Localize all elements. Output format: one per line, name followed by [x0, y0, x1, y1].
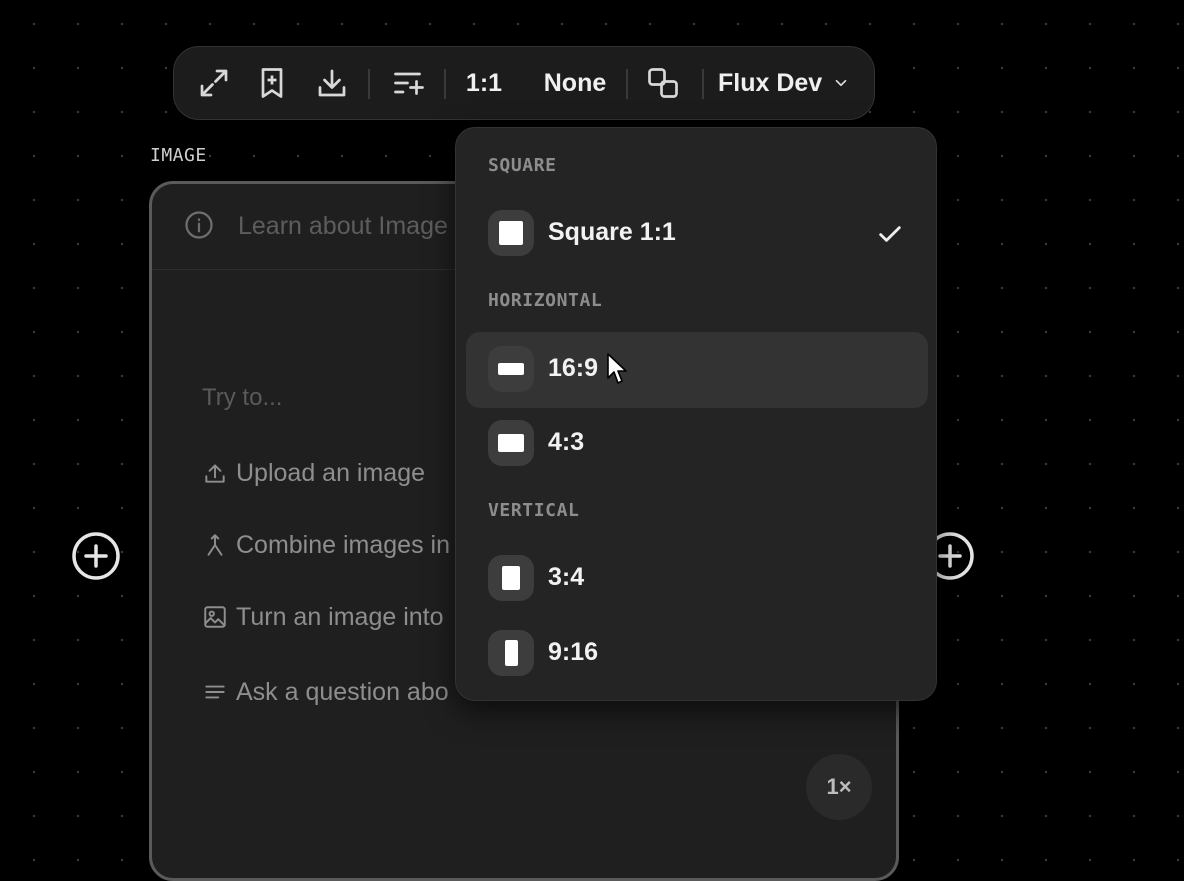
download-button[interactable] — [310, 47, 354, 119]
suggestion-upload-image[interactable]: Upload an image — [202, 453, 425, 493]
text-lines-icon — [205, 685, 225, 699]
section-label-vertical: VERTICAL — [488, 500, 580, 521]
mouse-cursor-icon — [607, 353, 627, 384]
image-icon — [204, 606, 226, 628]
checkmark-icon — [879, 226, 901, 242]
toolbar-divider — [444, 69, 446, 99]
merge-icon — [207, 534, 223, 556]
option-label: 16:9 — [548, 354, 599, 382]
expand-arrows-icon — [200, 69, 228, 97]
compare-button[interactable] — [640, 47, 686, 119]
try-to-label: Try to... — [202, 384, 283, 411]
info-icon — [185, 211, 213, 239]
option-square-1-1[interactable]: Square 1:1 — [466, 196, 928, 272]
add-left-plus-icon[interactable] — [70, 530, 122, 582]
toolbar-divider — [702, 69, 704, 99]
suggestion-label: Ask a question abo — [236, 677, 449, 706]
option-label: 3:4 — [548, 563, 585, 591]
style-value: None — [543, 68, 607, 97]
option-label: 9:16 — [548, 638, 599, 666]
toolbar-divider — [626, 69, 628, 99]
list-sparkle-icon — [394, 72, 424, 95]
suggestion-label: Combine images in — [236, 530, 450, 559]
aspect-ratio-button[interactable]: 1:1 — [458, 47, 510, 119]
copy-squares-icon — [648, 68, 678, 98]
option-label: 4:3 — [548, 428, 585, 456]
suggestion-turn-image-into[interactable]: Turn an image into — [202, 597, 444, 637]
upload-icon — [205, 464, 225, 483]
option-9-16[interactable]: 9:16 — [466, 616, 928, 692]
toolbar-divider — [368, 69, 370, 99]
image-toolbar: 1:1 None Flux Dev — [173, 46, 875, 120]
model-selector[interactable]: Flux Dev — [718, 47, 858, 119]
option-label: Square 1:1 — [548, 218, 676, 246]
option-16-9[interactable]: 16:9 — [466, 332, 928, 408]
portrait-ratio-icon — [488, 555, 534, 601]
section-label-horizontal: HORIZONTAL — [488, 290, 603, 311]
suggestion-ask-question[interactable]: Ask a question abo — [202, 672, 449, 712]
zoom-badge[interactable]: 1× — [806, 754, 872, 820]
bookmark-plus-icon — [261, 68, 283, 98]
landscape-ratio-icon — [488, 420, 534, 466]
square-ratio-icon — [488, 210, 534, 256]
tall-ratio-icon — [488, 630, 534, 676]
aspect-ratio-value: 1:1 — [465, 68, 503, 97]
section-label-square: SQUARE — [488, 155, 557, 176]
suggestion-label: Turn an image into — [236, 602, 444, 631]
download-icon — [318, 69, 346, 97]
option-3-4[interactable]: 3:4 — [466, 541, 928, 617]
style-button[interactable]: None — [534, 47, 616, 119]
suggestion-label: Upload an image — [236, 458, 426, 487]
wide-ratio-icon — [488, 346, 534, 392]
suggestion-combine-images[interactable]: Combine images in — [202, 525, 450, 565]
prompt-settings-button[interactable] — [386, 47, 432, 119]
aspect-ratio-dropdown: SQUARE Square 1:1 HORIZONTAL 16:9 4:3 VE… — [455, 127, 937, 701]
bookmark-button[interactable] — [250, 47, 294, 119]
model-name: Flux Dev — [718, 68, 823, 97]
node-title: IMAGE — [150, 145, 207, 166]
learn-about-text: Learn about Image — [238, 212, 448, 240]
chevron-down-icon — [835, 79, 847, 87]
expand-button[interactable] — [192, 47, 236, 119]
option-4-3[interactable]: 4:3 — [466, 406, 928, 482]
